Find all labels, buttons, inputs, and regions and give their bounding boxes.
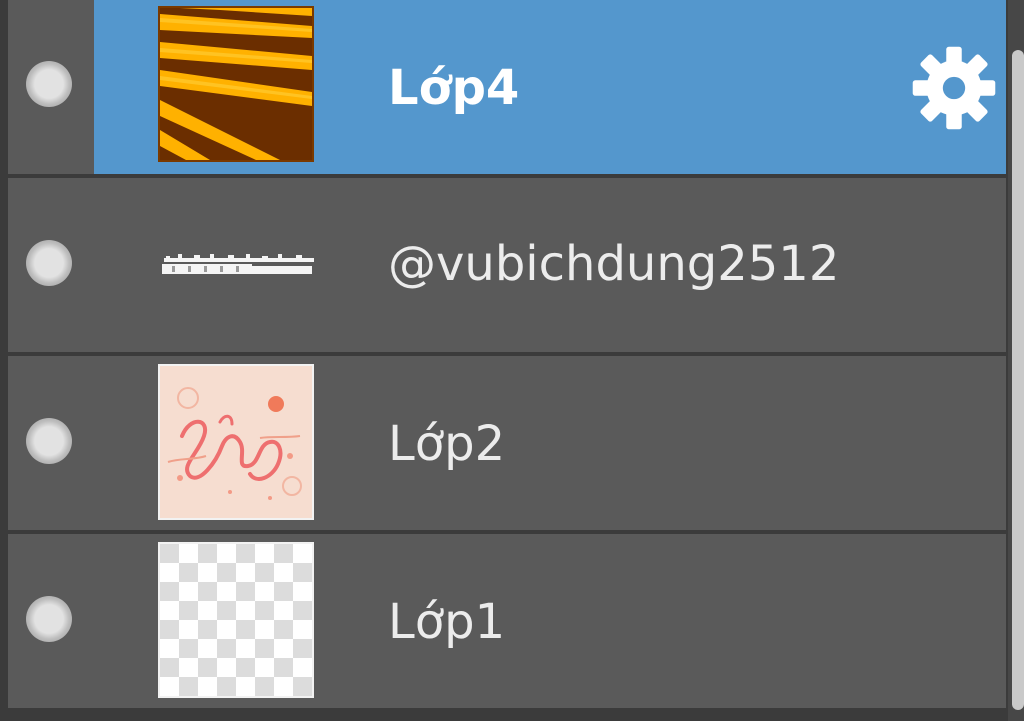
- peach-lettering-thumbnail: [160, 366, 312, 518]
- visibility-toggle-icon[interactable]: [26, 240, 72, 286]
- visibility-toggle-icon[interactable]: [26, 596, 72, 642]
- visibility-toggle-icon[interactable]: [26, 418, 72, 464]
- visibility-toggle-icon[interactable]: [26, 61, 72, 107]
- orange-stripes-thumbnail: [160, 8, 312, 160]
- gear-icon[interactable]: [911, 45, 997, 131]
- layer-name: Lớp1: [388, 594, 506, 650]
- layer-thumbnail: [158, 186, 314, 342]
- layer-name: Lớp4: [388, 60, 520, 116]
- layer-row-3[interactable]: @vubichdung2512: [8, 178, 1006, 352]
- layer-thumbnail: [158, 364, 314, 520]
- layer-thumbnail: [158, 6, 314, 162]
- layer-row-4[interactable]: Lớp4: [8, 0, 1006, 174]
- layer-panel: Lớp4 @vubichdung2512 Lớp2 Lớp1: [0, 0, 1024, 721]
- layer-thumbnail: [158, 542, 314, 698]
- text-strip-thumbnail: [162, 254, 314, 274]
- layer-row-1[interactable]: Lớp1: [8, 534, 1006, 708]
- layer-name: @vubichdung2512: [388, 236, 840, 292]
- scrollbar-thumb[interactable]: [1012, 50, 1024, 710]
- layer-name: Lớp2: [388, 416, 506, 472]
- transparent-checker-thumbnail: [160, 544, 312, 696]
- layer-row-2[interactable]: Lớp2: [8, 356, 1006, 530]
